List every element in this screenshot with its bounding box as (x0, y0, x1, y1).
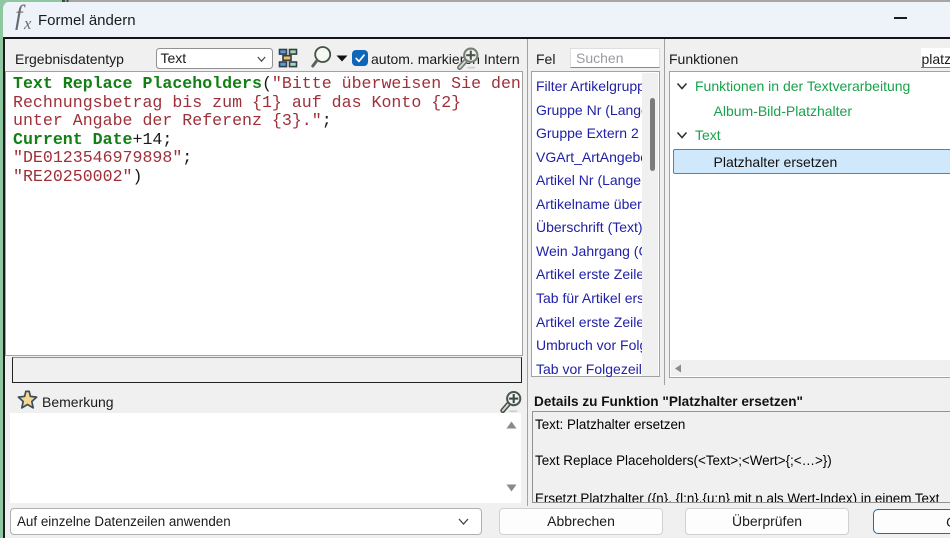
svg-text:x: x (23, 14, 32, 33)
